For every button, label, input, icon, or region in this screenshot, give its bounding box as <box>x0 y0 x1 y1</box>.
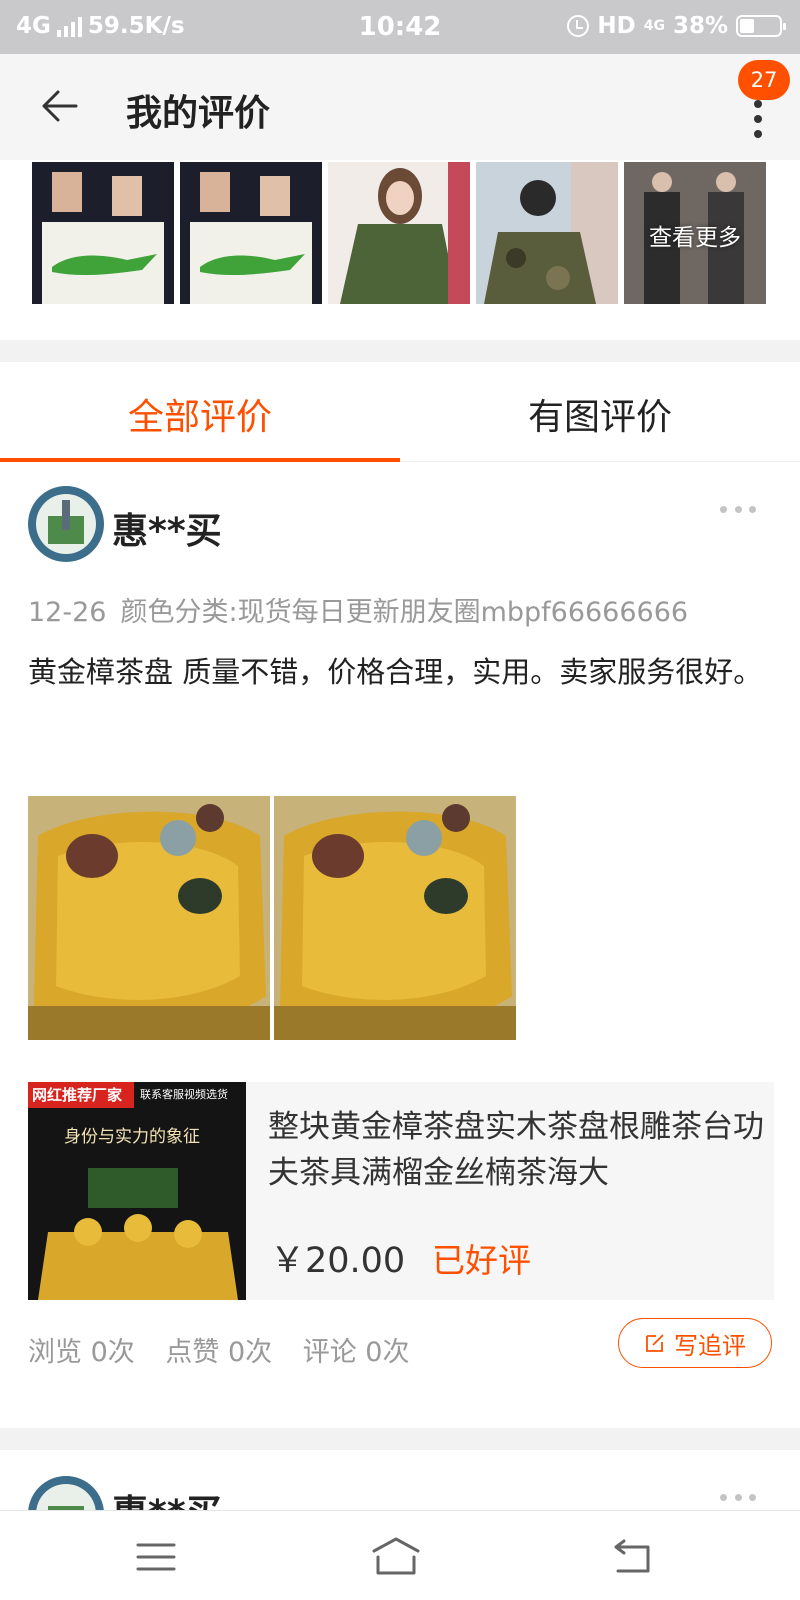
gallery-thumb[interactable] <box>180 162 322 304</box>
home-icon[interactable] <box>370 1535 422 1579</box>
avatar[interactable] <box>28 1476 104 1510</box>
toy-box-image <box>32 162 174 304</box>
battery-level <box>740 19 755 33</box>
gallery-thumb[interactable] <box>32 162 174 304</box>
review-image[interactable] <box>28 796 270 1040</box>
product-image: 网红推荐厂家 联系客服视频选货 身份与实力的象征 <box>28 1082 246 1300</box>
battery-icon <box>736 15 786 37</box>
review-meta: 12-26 颜色分类:现货每日更新朋友圈mbpf66666666 <box>28 590 688 629</box>
banner-tag: 网红推荐厂家 <box>32 1086 123 1104</box>
review-card: 惠**买 12-26 颜色分类:现货每日更新朋友圈mbpf66666666 黄金樟… <box>0 462 800 1428</box>
avatar[interactable] <box>28 486 104 562</box>
green-jacket-image <box>328 162 470 304</box>
banner-slogan: 身份与实力的象征 <box>64 1127 200 1147</box>
page-title: 我的评价 <box>126 93 271 134</box>
system-nav-bar <box>0 1510 800 1600</box>
edit-icon <box>646 1334 664 1352</box>
review-image[interactable] <box>274 796 516 1040</box>
rating-status: 已好评 <box>432 1241 531 1280</box>
network-type-2: 4G <box>643 18 665 34</box>
status-bar: 4G 59.5K/s 10:42 HD 4G 38% <box>0 0 800 54</box>
gallery-thumb[interactable] <box>476 162 618 304</box>
tab-image-reviews[interactable]: 有图评价 <box>400 388 800 440</box>
product-price: ￥20.00 <box>270 1241 406 1281</box>
view-count: 浏览 0次 <box>28 1337 135 1368</box>
review-card-next: 惠**买 <box>0 1450 800 1510</box>
status-right: HD 4G 38% <box>567 13 786 39</box>
back-arrow-icon[interactable] <box>38 84 82 128</box>
review-date: 12-26 <box>28 597 107 628</box>
hd-indicator: HD <box>597 13 636 39</box>
back-icon[interactable] <box>610 1535 654 1579</box>
write-follow-up-label: 写追评 <box>674 1331 746 1360</box>
more-options-icon[interactable] <box>752 100 764 140</box>
nav-bar: 我的评价 27 <box>0 54 800 160</box>
banner-subtitle: 联系客服视频选货 <box>140 1088 228 1101</box>
alarm-icon <box>567 15 590 37</box>
review-text: 黄金樟茶盘 质量不错，价格合理，实用。卖家服务很好。 <box>28 655 763 689</box>
write-follow-up-button[interactable]: 写追评 <box>618 1318 772 1368</box>
tea-tray-image <box>28 796 270 1040</box>
toy-box-image <box>180 162 322 304</box>
more-dots-icon[interactable] <box>720 1494 756 1502</box>
menu-icon[interactable] <box>134 1535 178 1579</box>
like-count: 点赞 0次 <box>165 1337 273 1368</box>
review-spec: 颜色分类:现货每日更新朋友圈mbpf66666666 <box>120 597 689 628</box>
product-photo <box>28 1082 246 1300</box>
image-gallery: 查看更多 <box>0 160 800 340</box>
see-more-label: 查看更多 <box>649 225 741 251</box>
avatar-image <box>28 486 104 562</box>
comment-count: 评论 0次 <box>302 1337 410 1368</box>
review-tabs: 全部评价 有图评价 <box>0 362 800 462</box>
tab-all-reviews[interactable]: 全部评价 <box>0 388 400 440</box>
reviewer-name: 惠**买 <box>112 511 222 552</box>
product-title: 整块黄金樟茶盘实木茶盘根雕茶台功夫茶具满榴金丝楠茶海大 <box>268 1109 764 1191</box>
avatar-image <box>28 1476 104 1510</box>
battery-percent: 38% <box>672 13 728 39</box>
tea-tray-image <box>274 796 516 1040</box>
product-card[interactable]: 网红推荐厂家 联系客服视频选货 身份与实力的象征 整块黄金樟茶盘实木茶盘根雕茶台… <box>28 1082 774 1300</box>
gallery-thumb[interactable] <box>328 162 470 304</box>
notification-badge: 27 <box>738 60 790 100</box>
reviewer-name: 惠**买 <box>112 1484 222 1510</box>
review-stats: 浏览 0次 点赞 0次 评论 0次 <box>28 1330 431 1369</box>
more-dots-icon[interactable] <box>720 506 756 514</box>
gallery-more-thumb[interactable]: 查看更多 <box>624 162 766 304</box>
camo-jacket-image <box>476 162 618 304</box>
